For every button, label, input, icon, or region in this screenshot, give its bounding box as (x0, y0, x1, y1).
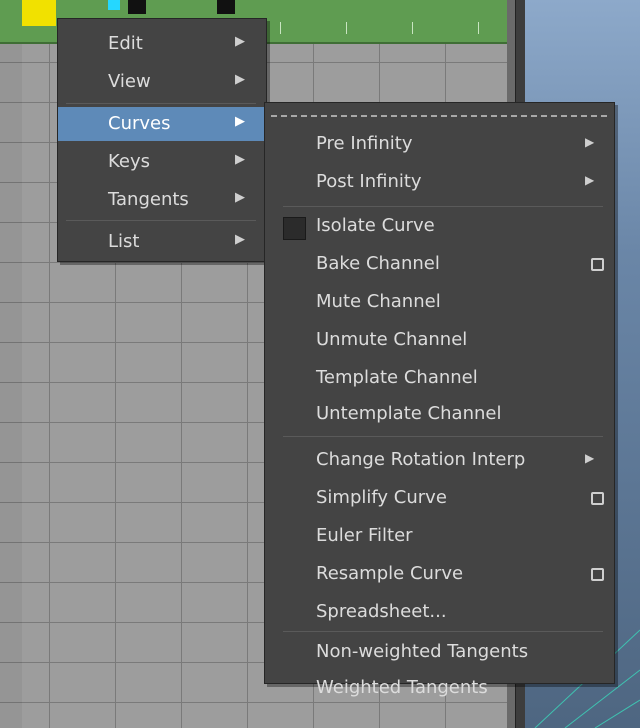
menu-item-tangents[interactable]: Tangents ▶ (58, 183, 266, 217)
menu-item-template-channel[interactable]: Template Channel (265, 361, 614, 397)
key-marker-black (217, 0, 235, 14)
curves-submenu: Pre Infinity ▶ Post Infinity ▶ Isolate C… (264, 102, 615, 698)
submenu-arrow-icon: ▶ (235, 72, 245, 87)
menu-item-label: Pre Infinity (316, 133, 413, 154)
menu-item-label: Bake Channel (316, 253, 440, 274)
menu-item-label: Change Rotation Interp (316, 449, 526, 470)
key-marker-yellow (22, 0, 56, 26)
menu-item-non-weighted-tangents[interactable]: Non-weighted Tangents (265, 635, 614, 671)
submenu-arrow-icon: ▶ (235, 190, 245, 205)
menu-item-label: Resample Curve (316, 563, 464, 584)
menu-item-weighted-tangents[interactable]: Weighted Tangents (265, 671, 614, 705)
menu-item-label: Untemplate Channel (316, 403, 502, 424)
menu-item-label: Isolate Curve (316, 215, 435, 236)
key-marker-cyan (108, 0, 120, 10)
submenu-arrow-icon: ▶ (235, 152, 245, 167)
option-box-icon[interactable] (591, 568, 604, 581)
menu-item-curves[interactable]: Curves ▶ (58, 107, 266, 141)
menu-item-untemplate-channel[interactable]: Untemplate Channel (265, 397, 614, 433)
key-marker-black (128, 0, 146, 14)
menu-item-label: List (108, 231, 140, 252)
menu-divider (283, 631, 603, 632)
option-box-icon[interactable] (591, 492, 604, 505)
menu-item-simplify-curve[interactable]: Simplify Curve (265, 481, 614, 517)
submenu-arrow-icon: ▶ (585, 173, 595, 187)
graph-left-strip (0, 0, 22, 728)
menu-item-keys[interactable]: Keys ▶ (58, 145, 266, 179)
menu-item-label: Template Channel (316, 367, 478, 388)
submenu-arrow-icon: ▶ (235, 114, 245, 129)
submenu-arrow-icon: ▶ (585, 135, 595, 149)
graph-editor-context-menu: Edit ▶ View ▶ Curves ▶ Keys ▶ Tangents ▶… (57, 18, 267, 262)
menu-item-pre-infinity[interactable]: Pre Infinity ▶ (265, 127, 614, 163)
menu-item-label: Euler Filter (316, 525, 413, 546)
menu-item-bake-channel[interactable]: Bake Channel (265, 247, 614, 283)
menu-item-post-infinity[interactable]: Post Infinity ▶ (265, 165, 614, 201)
menu-item-label: Spreadsheet... (316, 601, 447, 622)
menu-item-label: Simplify Curve (316, 487, 447, 508)
menu-item-label: Post Infinity (316, 171, 422, 192)
time-tick (280, 22, 281, 34)
option-box-icon[interactable] (591, 258, 604, 271)
menu-divider (283, 436, 603, 437)
menu-item-label: Tangents (108, 189, 189, 210)
menu-item-isolate-curve[interactable]: Isolate Curve (265, 209, 614, 245)
menu-item-label: View (108, 71, 151, 92)
tear-off-handle[interactable] (271, 115, 607, 117)
menu-item-spreadsheet[interactable]: Spreadsheet... (265, 595, 614, 631)
menu-item-label: Edit (108, 33, 143, 54)
menu-divider (283, 206, 603, 207)
submenu-arrow-icon: ▶ (235, 34, 245, 49)
checkbox-icon[interactable] (283, 217, 306, 240)
menu-item-mute-channel[interactable]: Mute Channel (265, 285, 614, 321)
submenu-arrow-icon: ▶ (585, 451, 595, 465)
time-tick (346, 22, 347, 34)
menu-item-label: Weighted Tangents (316, 677, 488, 698)
menu-item-resample-curve[interactable]: Resample Curve (265, 557, 614, 593)
menu-item-label: Curves (108, 113, 171, 134)
menu-item-label: Mute Channel (316, 291, 441, 312)
menu-item-label: Keys (108, 151, 151, 172)
menu-item-list[interactable]: List ▶ (58, 225, 266, 259)
menu-item-view[interactable]: View ▶ (58, 65, 266, 99)
menu-divider (66, 103, 256, 104)
menu-item-label: Non-weighted Tangents (316, 641, 529, 662)
menu-item-change-rotation-interp[interactable]: Change Rotation Interp ▶ (265, 443, 614, 479)
menu-item-edit[interactable]: Edit ▶ (58, 27, 266, 61)
time-tick (412, 22, 413, 34)
time-tick (478, 22, 479, 34)
menu-item-euler-filter[interactable]: Euler Filter (265, 519, 614, 555)
menu-divider (66, 220, 256, 221)
menu-item-label: Unmute Channel (316, 329, 468, 350)
submenu-arrow-icon: ▶ (235, 232, 245, 247)
menu-item-unmute-channel[interactable]: Unmute Channel (265, 323, 614, 359)
